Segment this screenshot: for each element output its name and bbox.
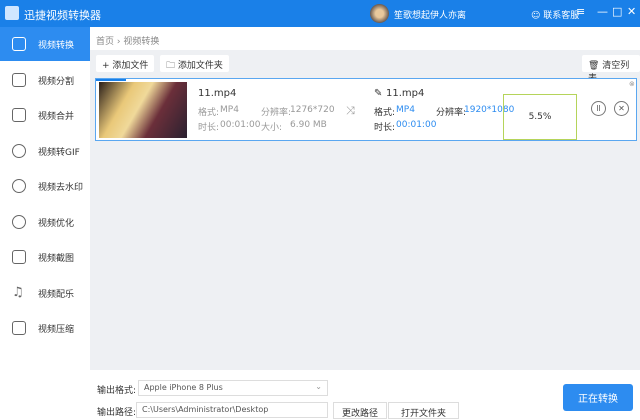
sidebar-item-label: 视频配乐 bbox=[38, 289, 75, 300]
convert-icon bbox=[12, 37, 26, 51]
sidebar-item-gif[interactable]: 视频转GIF bbox=[0, 134, 90, 168]
sidebar: 视频转换 视频分割 视频合并 视频转GIF 视频去水印 视频优化 视频截图 ♫ 视… bbox=[0, 27, 90, 420]
sidebar-item-label: 视频合并 bbox=[38, 111, 75, 122]
sidebar-item-split[interactable]: 视频分割 bbox=[0, 63, 90, 97]
app-logo-icon bbox=[5, 6, 19, 20]
path-value: C:\Users\Administrator\Desktop bbox=[142, 405, 269, 414]
source-dur: 00:01:00 bbox=[220, 120, 261, 130]
sidebar-item-compress[interactable]: 视频压缩 bbox=[0, 311, 90, 345]
sidebar-item-screenshot[interactable]: 视频截图 bbox=[0, 240, 90, 274]
support-link[interactable]: ☺ 联系客服 bbox=[531, 8, 579, 21]
sidebar-item-optimize[interactable]: 视频优化 bbox=[0, 205, 90, 239]
source-filename: 11.mp4 bbox=[198, 88, 237, 99]
target-dur-label: 时长: bbox=[374, 123, 396, 133]
source-res: 1276*720 bbox=[290, 105, 335, 115]
remove-button[interactable]: ✕ bbox=[614, 101, 629, 116]
sidebar-item-label: 视频压缩 bbox=[38, 324, 75, 335]
shuffle-icon: ⤨ bbox=[346, 104, 355, 117]
source-format: MP4 bbox=[220, 105, 239, 115]
progress-text: 5.5% bbox=[528, 112, 552, 122]
title-bar: 迅捷视频转换器 笙歌想起伊人亦离 ☺ 联系客服 ≡ — □ ✕ bbox=[0, 0, 640, 27]
target-dur: 00:01:00 bbox=[396, 120, 437, 130]
source-size-label: 大小: bbox=[261, 123, 283, 133]
output-format-select[interactable]: Apple iPhone 8 Plus ⌄ bbox=[138, 380, 328, 396]
sidebar-item-music[interactable]: ♫ 视频配乐 bbox=[0, 276, 90, 310]
output-panel: 输出格式: Apple iPhone 8 Plus ⌄ 输出路径: C:\User… bbox=[90, 370, 640, 420]
sidebar-item-label: 视频转GIF bbox=[38, 147, 80, 158]
output-path-input[interactable]: C:\Users\Administrator\Desktop bbox=[136, 402, 328, 418]
menu-icon[interactable]: ≡ bbox=[576, 5, 585, 18]
open-folder-button[interactable]: 打开文件夹 bbox=[388, 402, 460, 419]
merge-icon bbox=[12, 108, 26, 122]
sidebar-item-label: 视频去水印 bbox=[38, 182, 84, 193]
split-icon bbox=[12, 73, 26, 87]
clear-list-button[interactable]: 🗑 清空列表 bbox=[582, 55, 640, 84]
progress-box: 5.5% bbox=[503, 94, 577, 140]
close-button[interactable]: ✕ bbox=[627, 5, 636, 18]
target-format: MP4 bbox=[396, 105, 415, 115]
sidebar-item-label: 视频分割 bbox=[38, 76, 75, 87]
add-folder-button[interactable]: 🗀 添加文件夹 bbox=[160, 55, 229, 72]
sidebar-item-merge[interactable]: 视频合并 bbox=[0, 98, 90, 132]
pause-button[interactable]: ll bbox=[591, 101, 606, 116]
source-dur-label: 时长: bbox=[198, 123, 220, 133]
breadcrumb-home[interactable]: 首页 bbox=[96, 37, 114, 47]
change-path-button[interactable]: 更改路径 bbox=[333, 402, 388, 419]
close-icon[interactable]: ⊗ bbox=[629, 80, 635, 88]
video-thumbnail bbox=[99, 82, 187, 138]
target-filename[interactable]: 11.mp4 bbox=[386, 88, 424, 99]
format-value: Apple iPhone 8 Plus bbox=[144, 383, 223, 392]
breadcrumb: 首页 › 视频转换 bbox=[90, 27, 640, 50]
maximize-button[interactable]: □ bbox=[612, 5, 622, 18]
username[interactable]: 笙歌想起伊人亦离 bbox=[394, 8, 466, 21]
sidebar-item-label: 视频转换 bbox=[38, 40, 75, 51]
app-title: 迅捷视频转换器 bbox=[24, 9, 101, 22]
source-format-label: 格式: bbox=[198, 108, 220, 118]
target-res-label: 分辨率: bbox=[436, 108, 467, 118]
avatar[interactable] bbox=[370, 4, 389, 23]
target-format-label: 格式: bbox=[374, 108, 396, 118]
compress-icon bbox=[12, 321, 26, 335]
format-label: 输出格式: bbox=[97, 386, 137, 396]
edit-icon[interactable]: ✎ bbox=[374, 88, 382, 99]
path-label: 输出路径: bbox=[97, 408, 137, 418]
add-file-button[interactable]: + 添加文件 bbox=[96, 55, 155, 72]
gif-icon bbox=[12, 144, 26, 158]
sidebar-item-convert[interactable]: 视频转换 bbox=[0, 27, 90, 61]
source-res-label: 分辨率: bbox=[261, 108, 292, 118]
sidebar-item-watermark[interactable]: 视频去水印 bbox=[0, 169, 90, 203]
toolbar: + 添加文件 🗀 添加文件夹 🗑 清空列表 bbox=[90, 50, 640, 84]
chevron-down-icon: ⌄ bbox=[315, 382, 322, 391]
image-icon bbox=[12, 250, 26, 264]
sidebar-item-label: 视频截图 bbox=[38, 253, 75, 264]
music-icon: ♫ bbox=[12, 285, 24, 300]
source-size: 6.90 MB bbox=[290, 120, 327, 130]
optimize-icon bbox=[12, 215, 26, 229]
progress-bar bbox=[96, 79, 126, 81]
watermark-icon bbox=[12, 179, 26, 193]
convert-label: 正在转换 bbox=[578, 394, 618, 405]
breadcrumb-current: 视频转换 bbox=[123, 37, 160, 47]
convert-button[interactable]: 正在转换 bbox=[563, 384, 633, 411]
support-label: 联系客服 bbox=[543, 11, 580, 21]
minimize-button[interactable]: — bbox=[597, 5, 608, 18]
sidebar-item-label: 视频优化 bbox=[38, 218, 75, 229]
file-item[interactable]: 11.mp4 格式: MP4 分辨率: 1276*720 时长: 00:01:0… bbox=[95, 78, 637, 141]
breadcrumb-separator: › bbox=[114, 37, 124, 47]
